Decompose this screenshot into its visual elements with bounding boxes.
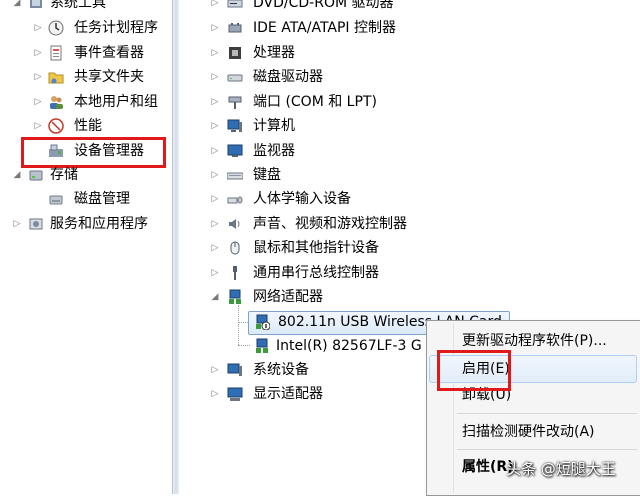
network-adapter-icon (229, 289, 241, 304)
expand-arrow-icon[interactable]: ▷ (12, 213, 22, 235)
device-category-label: 磁盘驱动器 (253, 69, 323, 85)
device-category-label: 通用串行总线控制器 (253, 265, 379, 281)
expand-arrow-icon[interactable]: ▷ (210, 140, 220, 162)
menu-item-scan-hardware[interactable]: 扫描检测硬件改动(A) (462, 420, 595, 444)
tree-item-label: 服务和应用程序 (50, 216, 148, 232)
tree-item-system-tools[interactable]: ◢ 系统工具 (0, 0, 170, 14)
display-adapter-icon (227, 387, 243, 401)
expand-arrow-icon[interactable]: ▷ (210, 17, 220, 39)
expand-arrow-icon[interactable]: ▷ (33, 66, 43, 88)
menu-separator (457, 413, 637, 414)
highlight-box-enable (437, 350, 511, 391)
tree-item-services-apps[interactable]: ▷ 服务和应用程序 (0, 213, 170, 235)
expand-arrow-icon[interactable]: ▷ (210, 383, 220, 405)
computer-icon (227, 119, 242, 132)
menu-separator (457, 449, 637, 450)
clock-icon (48, 20, 64, 36)
expand-arrow-icon[interactable]: ▷ (210, 237, 220, 259)
device-category-label: IDE ATA/ATAPI 控制器 (253, 20, 397, 36)
tree-item-label: 磁盘管理 (74, 191, 130, 207)
tree-item-performance[interactable]: ▷ 性能 (0, 115, 170, 137)
tree-item-event-viewer[interactable]: ▷ 事件查看器 (0, 42, 170, 64)
services-icon (29, 218, 43, 230)
tree-item-label: 存储 (50, 167, 78, 183)
tree-connector (238, 305, 239, 345)
expand-arrow-icon[interactable]: ▷ (210, 213, 220, 235)
expand-arrow-icon[interactable]: ▷ (210, 66, 220, 88)
tree-item-label: 本地用户和组 (74, 94, 158, 110)
keyboard-icon (227, 172, 243, 180)
disk-drive-icon (227, 74, 243, 82)
device-category-label: 声音、视频和游戏控制器 (253, 216, 407, 232)
usb-icon (233, 266, 237, 280)
shared-folder-icon (48, 72, 64, 84)
menu-gutter (453, 323, 454, 493)
tree-item-disk-management[interactable]: 磁盘管理 (0, 188, 170, 210)
collapse-arrow-icon[interactable]: ◢ (12, 164, 22, 186)
console-tree-pane: ◢ 系统工具 ▷ 任务计划程序 ▷ 事件查看器 ▷ 共享文件夹 ▷ 本地用户和组… (0, 0, 172, 494)
expand-arrow-icon[interactable]: ▷ (33, 17, 43, 39)
expand-arrow-icon[interactable]: ▷ (210, 115, 220, 137)
expand-arrow-icon[interactable]: ▷ (33, 115, 43, 137)
device-category-label: 端口 (COM 和 LPT) (253, 94, 377, 110)
processor-icon (229, 47, 241, 59)
collapse-arrow-icon[interactable]: ◢ (210, 286, 220, 308)
dvd-drive-icon (227, 0, 243, 8)
device-category-label: 显示适配器 (253, 386, 323, 402)
expand-arrow-icon[interactable]: ▷ (210, 188, 220, 210)
tree-connector (238, 345, 250, 346)
device-item-label: Intel(R) 82567LF-3 G (276, 338, 422, 354)
disk-management-icon (49, 195, 63, 205)
network-adapter-disabled-icon (256, 314, 270, 330)
expand-arrow-icon[interactable]: ▷ (210, 0, 220, 14)
expand-arrow-icon[interactable]: ▷ (210, 42, 220, 64)
tree-item-label: 系统工具 (50, 0, 106, 11)
tree-item-storage[interactable]: ◢ 存储 (0, 164, 170, 186)
tree-item-local-users[interactable]: ▷ 本地用户和组 (0, 91, 170, 113)
device-category-label: 键盘 (253, 167, 281, 183)
expand-arrow-icon[interactable]: ▷ (210, 359, 220, 381)
network-adapter-icon (256, 338, 268, 353)
tree-item-shared-folders[interactable]: ▷ 共享文件夹 (0, 66, 170, 88)
expand-arrow-icon[interactable]: ▷ (33, 91, 43, 113)
performance-icon (48, 118, 64, 134)
tree-item-task-scheduler[interactable]: ▷ 任务计划程序 (0, 17, 170, 39)
expand-arrow-icon[interactable]: ▷ (210, 262, 220, 284)
device-category-label: 网络适配器 (253, 289, 323, 305)
tree-item-label: 共享文件夹 (74, 69, 144, 85)
tree-item-label: 事件查看器 (74, 45, 144, 61)
expand-arrow-icon[interactable]: ▷ (210, 164, 220, 186)
hid-icon (227, 196, 243, 204)
gear-tools-icon (30, 0, 42, 8)
port-icon (228, 96, 242, 109)
monitor-icon (227, 144, 243, 157)
ide-controller-icon (228, 23, 242, 33)
storage-icon (29, 170, 43, 181)
expand-arrow-icon[interactable]: ▷ (33, 42, 43, 64)
device-category-label: 处理器 (253, 45, 295, 61)
device-category-label: 监视器 (253, 143, 295, 159)
device-category-label: 人体学输入设备 (253, 191, 351, 207)
users-icon (50, 96, 63, 109)
collapse-arrow-icon[interactable]: ◢ (12, 0, 22, 14)
device-category-label: 系统设备 (253, 362, 309, 378)
system-device-icon (227, 363, 242, 376)
expand-arrow-icon[interactable]: ▷ (210, 91, 220, 113)
device-category-label: DVD/CD-ROM 驱动器 (253, 0, 394, 11)
tree-item-label: 性能 (74, 118, 102, 134)
speaker-icon (229, 219, 240, 229)
watermark-text: 头条 @短腿大王 (506, 460, 616, 478)
mouse-icon (230, 241, 240, 255)
tree-item-label: 任务计划程序 (74, 20, 158, 36)
device-category-label: 鼠标和其他指针设备 (253, 240, 379, 256)
device-category-label: 计算机 (253, 118, 295, 134)
event-viewer-icon (50, 45, 62, 61)
